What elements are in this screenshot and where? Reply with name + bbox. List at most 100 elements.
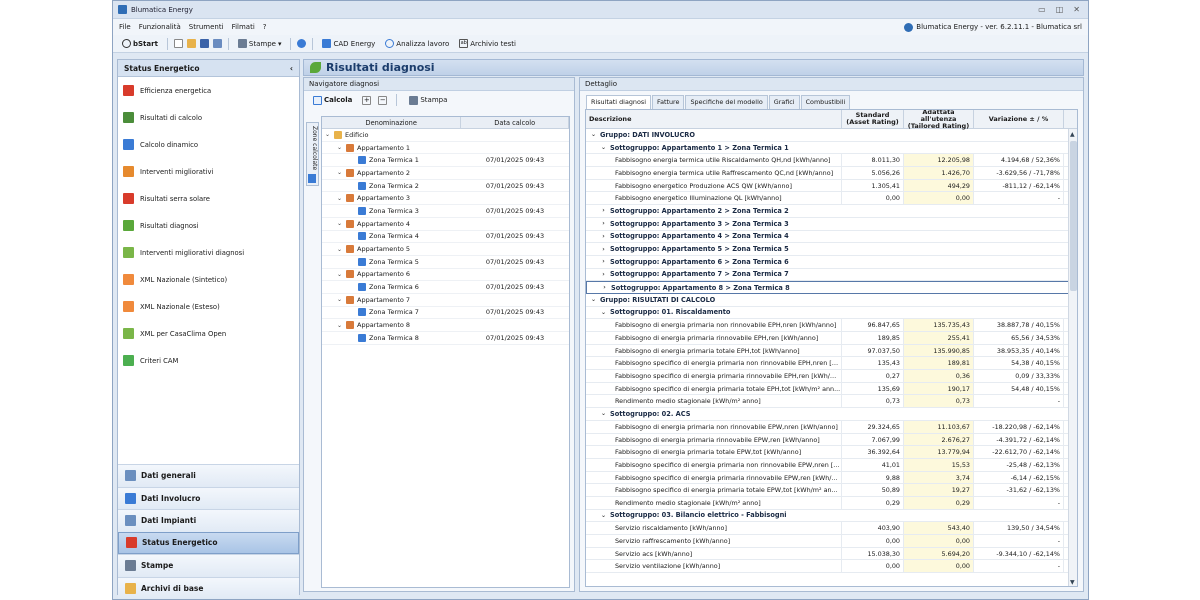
chevron-down-icon[interactable]: ⌄ [336, 271, 343, 278]
chevron-down-icon[interactable]: ⌄ [336, 195, 343, 202]
menu-file[interactable]: File [119, 23, 131, 31]
gear-icon[interactable] [297, 39, 307, 48]
save-all-icon[interactable] [212, 39, 222, 48]
subgroup-row[interactable]: › Sottogruppo: Appartamento 4 > Zona Term… [586, 231, 1077, 244]
nav-dati-impianti[interactable]: Dati Impianti [118, 509, 299, 532]
data-row[interactable]: Fabbisogno energetico Produzione ACS QW … [586, 179, 1077, 193]
data-row[interactable]: Fabbisogno specifico di energia primaria… [586, 458, 1077, 472]
chevron-down-icon[interactable]: ⌄ [590, 131, 597, 138]
menu-help[interactable]: ? [263, 23, 267, 31]
stampa-button[interactable]: Stampa [406, 95, 450, 106]
data-row[interactable]: Fabbisogno specifico di energia primaria… [586, 382, 1077, 396]
nav-archivi-di-base[interactable]: Archivi di base [118, 576, 299, 599]
chevron-down-icon[interactable]: ⌄ [336, 169, 343, 176]
tree-row[interactable]: ⌄ Appartamento 7 [322, 294, 569, 307]
scroll-down-icon[interactable]: ▼ [1070, 579, 1075, 586]
scroll-thumb[interactable] [1070, 141, 1077, 291]
nav-dati-involucro[interactable]: Dati Involucro [118, 486, 299, 509]
subgroup-row[interactable]: › Sottogruppo: Appartamento 2 > Zona Term… [586, 205, 1077, 218]
data-row[interactable]: Fabbisogno di energia primaria totale EP… [586, 446, 1077, 459]
data-row[interactable]: Fabbisogno di energia primaria totale EP… [586, 344, 1077, 358]
tree-row[interactable]: Zona Termica 8 07/01/2025 09:43 [322, 332, 569, 345]
menu-funzionalita[interactable]: Funzionalità [139, 23, 181, 31]
chevron-right-icon[interactable]: › [600, 258, 607, 265]
tab-risultati-diagnosi[interactable]: Risultati diagnosi [586, 95, 651, 109]
tree-row[interactable]: ⌄ Appartamento 2 [322, 167, 569, 180]
col-descrizione[interactable]: Descrizione [586, 110, 842, 128]
tree-row[interactable]: Zona Termica 3 07/01/2025 09:43 [322, 205, 569, 218]
tree-row[interactable]: ⌄ Appartamento 6 [322, 269, 569, 282]
chevron-down-icon[interactable]: ⌄ [324, 131, 331, 138]
chevron-right-icon[interactable]: › [600, 220, 607, 227]
sidebar-item[interactable]: Efficienza energetica [118, 77, 299, 104]
col-data-calcolo[interactable]: Data calcolo [461, 117, 569, 128]
chevron-down-icon[interactable]: ⌄ [336, 144, 343, 151]
expand-all-icon[interactable]: + [362, 95, 372, 105]
cad-energy-button[interactable]: CAD Energy [319, 38, 378, 49]
chevron-down-icon[interactable]: ⌄ [336, 246, 343, 253]
tab-combustibili[interactable]: Combustibili [800, 95, 851, 109]
tab-fatture[interactable]: Fatture [651, 95, 685, 109]
menu-strumenti[interactable]: Strumenti [189, 23, 224, 31]
tree-row[interactable]: ⌄ Appartamento 3 [322, 192, 569, 206]
scroll-up-icon[interactable]: ▲ [1070, 131, 1075, 138]
data-row[interactable]: Fabbisogno di energia primaria rinnovabi… [586, 332, 1077, 345]
chevron-down-icon[interactable]: ⌄ [590, 296, 597, 303]
col-adattata[interactable]: Adattata all'utenza (Tailored Rating) [904, 110, 974, 129]
tree-row[interactable]: Zona Termica 2 07/01/2025 09:43 [322, 180, 569, 193]
chevron-right-icon[interactable]: › [600, 271, 607, 278]
nav-status-energetico[interactable]: Status Energetico [118, 531, 299, 554]
subgroup-row[interactable]: › Sottogruppo: Appartamento 6 > Zona Term… [586, 256, 1077, 269]
collapse-sidebar-icon[interactable]: ‹ [290, 64, 293, 73]
data-row[interactable]: Fabbisogno specifico di energia primaria… [586, 471, 1077, 485]
chevron-down-icon[interactable]: ⌄ [600, 512, 607, 519]
calcola-button[interactable]: Calcola [310, 95, 355, 106]
chevron-right-icon[interactable]: › [600, 233, 607, 240]
data-row[interactable]: Fabbisogno di energia primaria rinnovabi… [586, 433, 1077, 447]
col-standard[interactable]: Standard (Asset Rating) [842, 110, 904, 128]
tree-row[interactable]: ⌄ Appartamento 5 [322, 243, 569, 256]
results-scrollbar[interactable]: ▲ ▼ [1068, 129, 1077, 586]
data-row[interactable]: Rendimento medio stagionale [kWh/m² anno… [586, 496, 1077, 510]
collapse-all-icon[interactable]: − [378, 95, 388, 105]
data-row[interactable]: Fabbisogno di energia primaria non rinno… [586, 420, 1077, 434]
sidebar-item[interactable]: XML per CasaClima Open [118, 320, 299, 347]
subgroup-row[interactable]: › Sottogruppo: Appartamento 5 > Zona Term… [586, 243, 1077, 256]
chevron-down-icon[interactable]: ⌄ [600, 410, 607, 417]
sidebar-item[interactable]: Risultati diagnosi [118, 212, 299, 239]
col-variazione[interactable]: Variazione ± / % [974, 110, 1064, 128]
tab-grafici[interactable]: Grafici [768, 95, 800, 109]
subgroup-row[interactable]: ⌄ Sottogruppo: 01. Riscaldamento [586, 307, 1077, 320]
analizza-lavoro-button[interactable]: Analizza lavoro [382, 38, 452, 49]
nav-stampe[interactable]: Stampe [118, 554, 299, 577]
sidebar-item[interactable]: Calcolo dinamico [118, 131, 299, 158]
tree-row[interactable]: Zona Termica 7 07/01/2025 09:43 [322, 307, 569, 320]
group-row[interactable]: ⌄ Gruppo: RISULTATI DI CALCOLO [586, 294, 1077, 307]
data-row[interactable]: Fabbisogno energetico Illuminazione QL [… [586, 192, 1077, 206]
tree-row[interactable]: Zona Termica 4 07/01/2025 09:43 [322, 231, 569, 244]
bstart-button[interactable]: bStart [119, 38, 161, 49]
subgroup-row[interactable]: ⌄ Sottogruppo: 02. ACS [586, 408, 1077, 421]
stampe-dropdown[interactable]: Stampe ▾ [235, 38, 285, 49]
group-row[interactable]: ⌄ Gruppo: DATI INVOLUCRO [586, 129, 1077, 142]
subgroup-row[interactable]: › Sottogruppo: Appartamento 3 > Zona Term… [586, 218, 1077, 231]
sidebar-item[interactable]: Criteri CAM [118, 347, 299, 374]
sidebar-item[interactable]: XML Nazionale (Sintetico) [118, 266, 299, 293]
chevron-right-icon[interactable]: › [601, 284, 608, 291]
tree-row[interactable]: Zona Termica 1 07/01/2025 09:43 [322, 154, 569, 168]
tree-row[interactable]: ⌄ Appartamento 4 [322, 218, 569, 231]
maximize-icon[interactable]: ◫ [1056, 5, 1064, 14]
nav-dati-generali[interactable]: Dati generali [118, 464, 299, 487]
tree-row[interactable]: ⌄ Edificio [322, 129, 569, 142]
sidebar-item[interactable]: Interventi migliorativi diagnosi [118, 239, 299, 266]
data-row[interactable]: Fabbisogno specifico di energia primaria… [586, 357, 1077, 371]
chevron-down-icon[interactable]: ⌄ [600, 144, 607, 151]
chevron-down-icon[interactable]: ⌄ [336, 322, 343, 329]
sidebar-item[interactable]: Risultati di calcolo [118, 104, 299, 131]
data-row[interactable]: Servizio raffrescamento [kWh/anno] 0,00 0,… [586, 535, 1077, 548]
tree-row[interactable]: ⌄ Appartamento 1 [322, 142, 569, 155]
data-row[interactable]: Servizio ventilazione [kWh/anno] 0,00 0,00… [586, 560, 1077, 574]
sidebar-item[interactable]: XML Nazionale (Esteso) [118, 293, 299, 320]
chevron-down-icon[interactable]: ⌄ [336, 220, 343, 227]
subgroup-row[interactable]: › Sottogruppo: Appartamento 7 > Zona Term… [586, 269, 1077, 282]
